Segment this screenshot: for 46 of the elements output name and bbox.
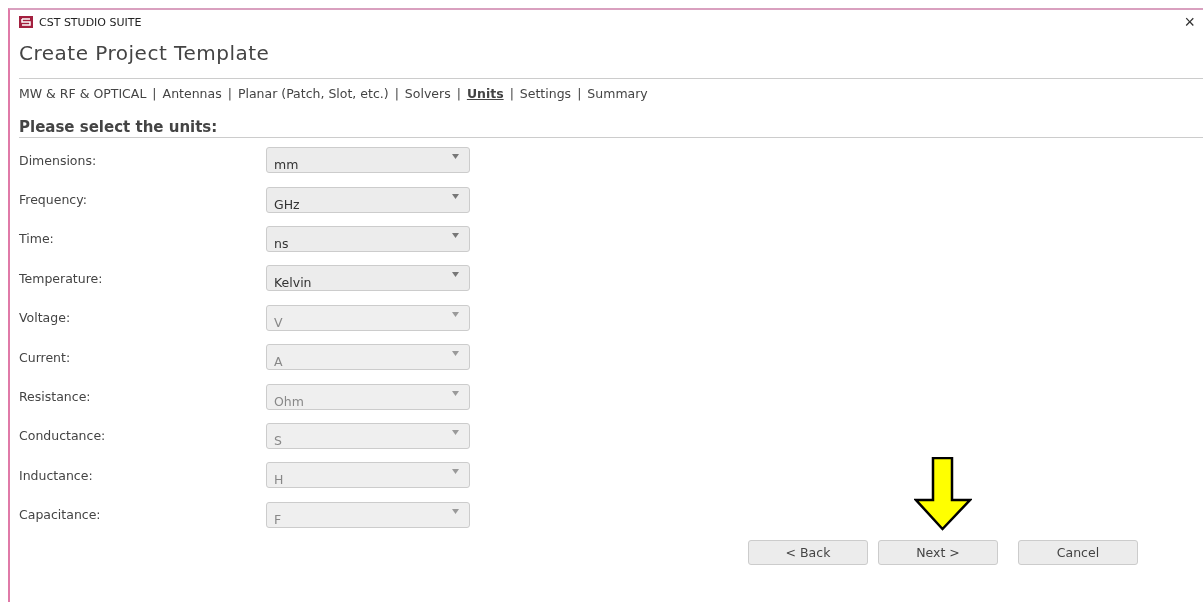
- unit-dropdown[interactable]: ns: [266, 225, 470, 252]
- breadcrumb-separator: |: [152, 86, 157, 103]
- breadcrumb-separator: |: [456, 86, 461, 103]
- close-button[interactable]: ×: [1184, 13, 1195, 31]
- caret-icon: [452, 429, 459, 435]
- unit-dropdown[interactable]: Kelvin: [266, 265, 470, 292]
- unit-dropdown[interactable]: GHz: [266, 186, 470, 213]
- breadcrumb-separator: |: [227, 86, 232, 103]
- wizard-button[interactable]: Next >: [878, 540, 998, 565]
- caret-icon: [452, 311, 459, 317]
- caret-icon: [452, 351, 459, 357]
- breadcrumb-step: Planar (Patch, Slot, etc.): [237, 86, 389, 106]
- breadcrumb-step: Solvers: [404, 86, 451, 106]
- unit-label: Voltage:: [19, 310, 72, 326]
- unit-label: Current:: [19, 349, 72, 365]
- breadcrumb-step: Units: [466, 86, 504, 106]
- caret-icon: [452, 154, 459, 160]
- unit-label: Capacitance:: [19, 507, 102, 523]
- arrow-down-icon: [914, 457, 972, 531]
- wizard-button[interactable]: < Back: [748, 540, 868, 565]
- caret-icon: [452, 390, 459, 396]
- caret-icon: [452, 272, 459, 278]
- breadcrumb-step: Antennas: [162, 86, 222, 106]
- unit-label: Frequency:: [19, 192, 88, 208]
- caret-icon: [452, 508, 459, 514]
- section-title: Please select the units:: [19, 118, 1203, 138]
- caret-icon: [452, 193, 459, 199]
- window-title: CST STUDIO SUITE: [39, 15, 142, 29]
- unit-label: Dimensions:: [19, 152, 98, 168]
- wizard-button[interactable]: Cancel: [1018, 540, 1138, 565]
- breadcrumb-step: Settings: [519, 86, 572, 106]
- breadcrumb-separator: |: [509, 86, 514, 103]
- page-heading: Create Project Template: [19, 32, 1203, 79]
- unit-label: Temperature:: [19, 270, 104, 286]
- unit-dropdown[interactable]: mm: [266, 147, 470, 174]
- unit-label: Resistance:: [19, 389, 92, 405]
- unit-label: Inductance:: [19, 467, 94, 483]
- caret-icon: [452, 232, 459, 238]
- caret-icon: [452, 469, 459, 475]
- unit-label: Time:: [19, 231, 55, 247]
- unit-label: Conductance:: [19, 428, 107, 444]
- app-logo-icon: [19, 16, 33, 28]
- breadcrumb-separator: |: [394, 86, 399, 103]
- breadcrumb-step: Summary: [587, 86, 648, 106]
- breadcrumb-separator: |: [577, 86, 582, 103]
- breadcrumb-step: MW & RF & OPTICAL: [19, 86, 147, 106]
